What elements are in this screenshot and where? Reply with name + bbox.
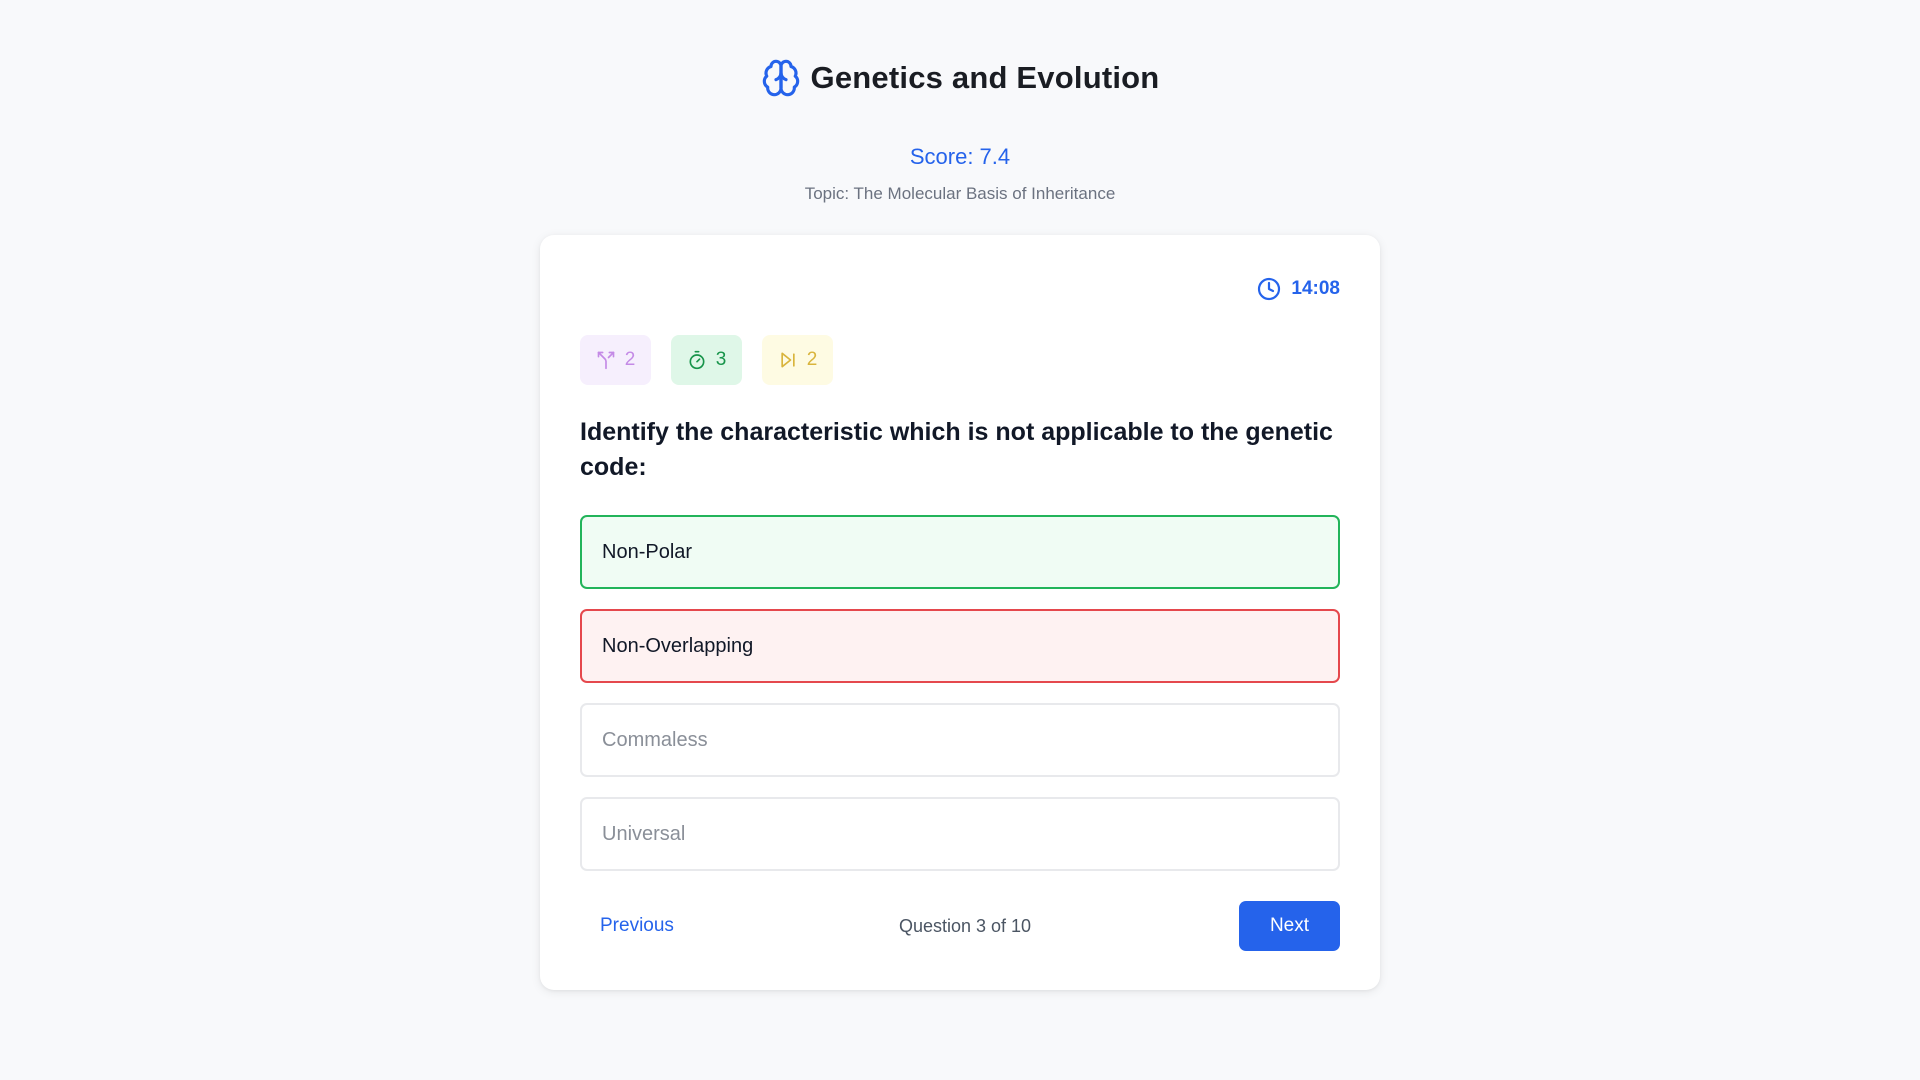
quiz-page: Genetics and Evolution Score: 7.4 Topic:… xyxy=(0,0,1920,1080)
question-card: 14:08 2 3 2 Identify the characteristic … xyxy=(540,235,1380,990)
lifeline-split-button[interactable]: 2 xyxy=(580,335,651,385)
answer-options: Non-Polar Non-Overlapping Commaless Univ… xyxy=(580,515,1340,891)
skip-icon xyxy=(778,350,798,370)
lifeline-count: 2 xyxy=(806,349,818,370)
answer-option-wrong[interactable]: Non-Overlapping xyxy=(580,609,1340,683)
lifeline-skip-button[interactable]: 2 xyxy=(762,335,833,385)
app-header: Genetics and Evolution xyxy=(0,58,1920,98)
navigation-footer: Question 3 of 10 Previous Next xyxy=(580,901,1340,951)
page-title: Genetics and Evolution xyxy=(810,60,1160,95)
option-label: Commaless xyxy=(602,728,708,751)
timer: 14:08 xyxy=(1257,277,1340,301)
answer-option-correct[interactable]: Non-Polar xyxy=(580,515,1340,589)
clock-icon xyxy=(1257,277,1281,301)
question-progress: Question 3 of 10 xyxy=(898,915,1032,936)
previous-button[interactable]: Previous xyxy=(580,901,694,951)
option-label: Non-Polar xyxy=(602,540,693,563)
option-label: Non-Overlapping xyxy=(602,634,754,657)
option-label: Universal xyxy=(602,822,686,845)
lifeline-count: 2 xyxy=(624,349,636,370)
brain-icon xyxy=(761,58,801,98)
next-button[interactable]: Next xyxy=(1239,901,1340,951)
topic-label: Topic: The Molecular Basis of Inheritanc… xyxy=(804,184,1116,203)
question-text: Identify the characteristic which is not… xyxy=(580,418,1333,481)
lifelines: 2 3 2 xyxy=(580,335,833,385)
lifeline-timer-button[interactable]: 3 xyxy=(671,335,742,385)
score-display: Score: 7.4 xyxy=(909,144,1011,169)
timer-value: 14:08 xyxy=(1291,278,1340,299)
stopwatch-icon xyxy=(687,350,707,370)
answer-option[interactable]: Universal xyxy=(580,797,1340,871)
lifeline-count: 3 xyxy=(715,349,727,370)
answer-option[interactable]: Commaless xyxy=(580,703,1340,777)
split-icon xyxy=(596,350,616,370)
